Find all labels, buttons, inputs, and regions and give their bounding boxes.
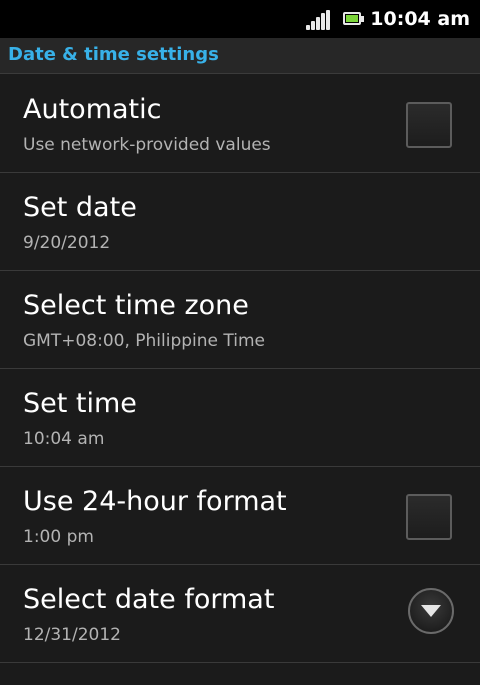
setting-title: Select date format: [23, 584, 275, 615]
dropdown-arrow-icon[interactable]: [408, 588, 454, 634]
setting-subtitle: 12/31/2012: [23, 625, 121, 645]
setting-title: Automatic: [23, 94, 162, 125]
settings-list: Automatic Use network-provided values Se…: [0, 75, 480, 663]
setting-subtitle: 1:00 pm: [23, 527, 94, 547]
status-bar: 10:04 am: [0, 0, 480, 38]
signal-strength-icon: [306, 10, 330, 30]
setting-24-hour-format[interactable]: Use 24-hour format 1:00 pm: [0, 467, 480, 565]
setting-title: Set time: [23, 388, 137, 419]
setting-title: Use 24-hour format: [23, 486, 287, 517]
automatic-checkbox[interactable]: [406, 102, 452, 148]
setting-subtitle: 9/20/2012: [23, 233, 111, 253]
setting-time-zone[interactable]: Select time zone GMT+08:00, Philippine T…: [0, 271, 480, 369]
24-hour-format-checkbox[interactable]: [406, 494, 452, 540]
status-clock: 10:04 am: [370, 8, 470, 30]
battery-icon: [343, 10, 365, 28]
setting-subtitle: Use network-provided values: [23, 135, 271, 155]
setting-title: Select time zone: [23, 290, 249, 321]
setting-automatic[interactable]: Automatic Use network-provided values: [0, 75, 480, 173]
setting-date-format[interactable]: Select date format 12/31/2012: [0, 565, 480, 663]
setting-set-time[interactable]: Set time 10:04 am: [0, 369, 480, 467]
setting-title: Set date: [23, 192, 137, 223]
setting-subtitle: 10:04 am: [23, 429, 105, 449]
page-title: Date & time settings: [8, 44, 219, 65]
setting-set-date[interactable]: Set date 9/20/2012: [0, 173, 480, 271]
settings-header: Date & time settings: [0, 38, 480, 74]
setting-subtitle: GMT+08:00, Philippine Time: [23, 331, 266, 351]
